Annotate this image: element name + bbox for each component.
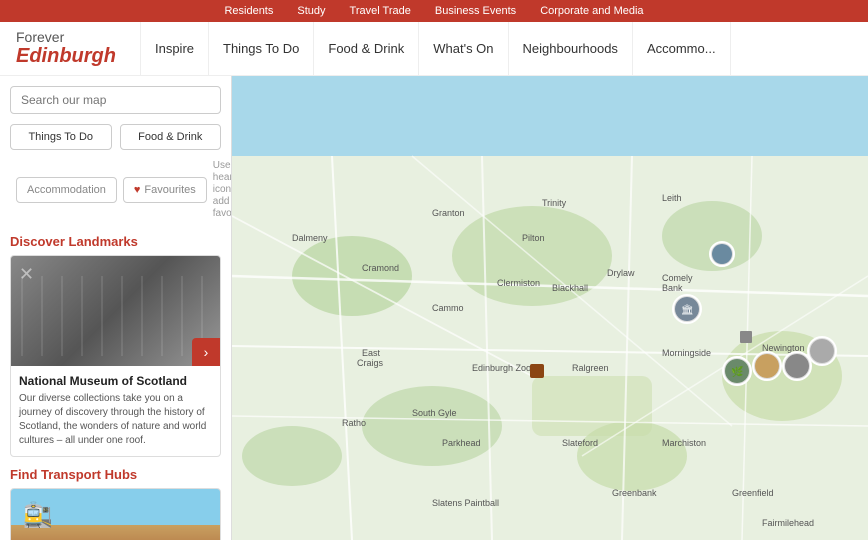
favourites-label: Favourites	[144, 184, 195, 196]
nav-business-events[interactable]: Business Events	[435, 5, 516, 17]
things-to-do-button[interactable]: Things To Do	[10, 124, 112, 150]
museum-image-placeholder	[11, 256, 220, 366]
transport-card-image: ›	[11, 489, 220, 540]
museum-card-body: National Museum of Scotland Our diverse …	[11, 366, 220, 456]
svg-text:Ralgreen: Ralgreen	[572, 363, 609, 373]
svg-text:Trinity: Trinity	[542, 198, 567, 208]
svg-text:🏛: 🏛	[681, 304, 694, 316]
nav-residents[interactable]: Residents	[224, 5, 273, 17]
svg-text:Comely: Comely	[662, 273, 693, 283]
nav-food-drink[interactable]: Food & Drink	[314, 22, 419, 76]
svg-text:Dalmeny: Dalmeny	[292, 233, 328, 243]
museum-description: Our diverse collections take you on a jo…	[19, 392, 212, 448]
svg-text:Ratho: Ratho	[342, 418, 366, 428]
nav-neighbourhoods[interactable]: Neighbourhoods	[509, 22, 633, 76]
map-area[interactable]: Dalmeny Cramond Granton Trinity Leith Ca…	[232, 76, 868, 540]
landmarks-heading: Discover Landmarks	[10, 234, 221, 249]
nav-study[interactable]: Study	[297, 5, 325, 17]
svg-text:Craigs: Craigs	[357, 358, 384, 368]
nav-things-to-do[interactable]: Things To Do	[209, 22, 314, 76]
search-input[interactable]	[10, 86, 221, 114]
content-area: Things To Do Food & Drink Accommodation …	[0, 76, 868, 540]
svg-text:Pilton: Pilton	[522, 233, 545, 243]
svg-text:Fairmilehead: Fairmilehead	[762, 518, 814, 528]
nav-whats-on[interactable]: What's On	[419, 22, 508, 76]
svg-text:🌿: 🌿	[731, 365, 743, 378]
transport-image-placeholder	[11, 489, 220, 540]
svg-text:Blackhall: Blackhall	[552, 283, 588, 293]
filter-buttons: Things To Do Food & Drink	[10, 124, 221, 150]
svg-text:Drylaw: Drylaw	[607, 268, 635, 278]
svg-text:Marchiston: Marchiston	[662, 438, 706, 448]
svg-text:Granton: Granton	[432, 208, 465, 218]
heart-icon: ♥	[134, 184, 141, 196]
svg-text:Slateford: Slateford	[562, 438, 598, 448]
museum-arrow-button[interactable]: ›	[192, 338, 220, 366]
museum-title: National Museum of Scotland	[19, 374, 212, 388]
nav-accommodation[interactable]: Accommo...	[633, 22, 731, 76]
svg-text:Edinburgh Zoo: Edinburgh Zoo	[472, 363, 531, 373]
food-drink-button[interactable]: Food & Drink	[120, 124, 222, 150]
site-logo[interactable]: Forever Edinburgh	[16, 30, 116, 67]
transport-heading: Find Transport Hubs	[10, 467, 221, 482]
main-nav-links: Inspire Things To Do Food & Drink What's…	[140, 22, 852, 76]
svg-text:Bank: Bank	[662, 283, 683, 293]
transport-card: ›	[10, 488, 221, 540]
logo-edinburgh-text: Edinburgh	[16, 45, 116, 67]
svg-text:Cramond: Cramond	[362, 263, 399, 273]
favourites-button[interactable]: ♥ Favourites	[123, 177, 207, 203]
museum-card: › National Museum of Scotland Our divers…	[10, 255, 221, 457]
svg-text:Greenfield: Greenfield	[732, 488, 774, 498]
nav-inspire[interactable]: Inspire	[140, 22, 209, 76]
nav-corporate-media[interactable]: Corporate and Media	[540, 5, 643, 17]
svg-text:Parkhead: Parkhead	[442, 438, 481, 448]
svg-text:South Gyle: South Gyle	[412, 408, 457, 418]
logo-forever-text: Forever	[16, 30, 116, 45]
map-svg: Dalmeny Cramond Granton Trinity Leith Ca…	[232, 76, 868, 540]
map-background: Dalmeny Cramond Granton Trinity Leith Ca…	[232, 76, 868, 540]
svg-text:Clermiston: Clermiston	[497, 278, 540, 288]
nav-travel-trade[interactable]: Travel Trade	[350, 5, 411, 17]
svg-text:East: East	[362, 348, 381, 358]
favourites-row: Accommodation ♥ Favourites Use the heart…	[10, 156, 221, 224]
svg-text:Greenbank: Greenbank	[612, 488, 657, 498]
top-navigation: Residents Study Travel Trade Business Ev…	[0, 0, 868, 22]
svg-text:Slatens Paintball: Slatens Paintball	[432, 498, 499, 508]
svg-text:Cammo: Cammo	[432, 303, 464, 313]
svg-text:Leith: Leith	[662, 193, 682, 203]
sidebar: Things To Do Food & Drink Accommodation …	[0, 76, 232, 540]
svg-text:Morningside: Morningside	[662, 348, 711, 358]
main-navigation: Forever Edinburgh Inspire Things To Do F…	[0, 22, 868, 76]
museum-card-image: ›	[11, 256, 220, 366]
favourites-hint: Use the heart icon to add favourites	[213, 160, 232, 220]
accommodation-button[interactable]: Accommodation	[16, 177, 117, 203]
